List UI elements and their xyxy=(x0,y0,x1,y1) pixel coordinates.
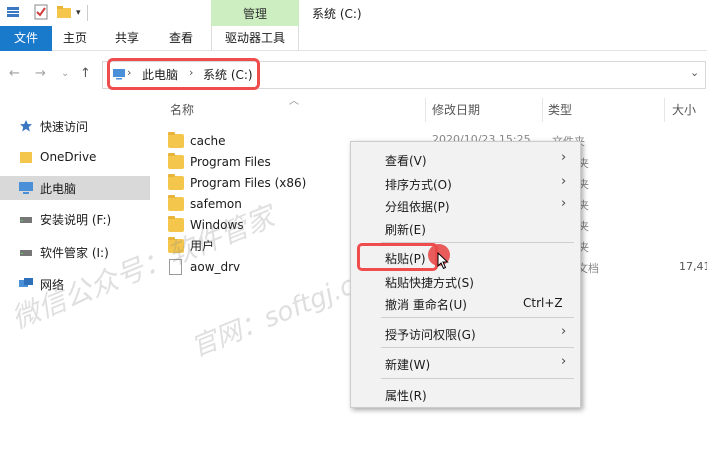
menu-item-label: 授予访问权限(G) xyxy=(385,328,476,342)
submenu-arrow-icon: › xyxy=(561,150,567,165)
recent-locations-chevron-icon[interactable]: ⌄ xyxy=(61,68,69,79)
menu-item-label: 粘贴快捷方式(S) xyxy=(385,276,474,290)
column-header-size[interactable]: 大小 xyxy=(672,98,696,122)
menu-item-new[interactable]: 新建(W) › xyxy=(351,352,580,374)
sidebar-item-label: OneDrive xyxy=(40,150,97,164)
customize-toolbar-icon[interactable]: ▾ xyxy=(76,8,81,18)
column-divider[interactable] xyxy=(425,98,426,122)
menu-item-label: 属性(R) xyxy=(385,389,427,403)
file-name: Windows xyxy=(190,217,244,232)
column-header-name[interactable]: 名称 xyxy=(170,98,194,122)
menu-separator xyxy=(381,347,574,348)
file-size: 17,41 xyxy=(679,260,707,273)
column-header-date[interactable]: 修改日期 xyxy=(432,98,480,122)
window-title: 系统 (C:) xyxy=(312,7,362,21)
menu-item-view[interactable]: 查看(V) › xyxy=(351,148,580,170)
menu-item-properties[interactable]: 属性(R) xyxy=(351,383,580,405)
submenu-arrow-icon: › xyxy=(561,196,567,211)
quick-access-toolbar: ▾ xyxy=(0,0,88,26)
up-arrow-icon[interactable]: ↑ xyxy=(80,66,91,81)
menu-item-sort-by[interactable]: 排序方式(O) › xyxy=(351,172,580,194)
menu-item-undo-rename[interactable]: 撤消 重命名(U) Ctrl+Z xyxy=(351,292,580,314)
menu-item-label: 查看(V) xyxy=(385,154,427,168)
address-dropdown-icon[interactable]: ⌄ xyxy=(690,66,699,79)
tab-share[interactable]: 共享 xyxy=(104,26,150,51)
menu-item-label: 分组依据(P) xyxy=(385,200,450,214)
menu-item-group-by[interactable]: 分组依据(P) › xyxy=(351,194,580,216)
sort-ascending-icon: ︿ xyxy=(289,96,299,107)
back-arrow-icon[interactable]: ← xyxy=(9,66,20,81)
paste-highlight-box xyxy=(357,243,438,271)
submenu-arrow-icon: › xyxy=(561,324,567,339)
ribbon-tabs: 文件 主页 共享 查看 驱动器工具 xyxy=(0,26,707,51)
context-menu: 查看(V) › 排序方式(O) › 分组依据(P) › 刷新(E) 粘贴(P) … xyxy=(350,141,581,408)
menu-item-refresh[interactable]: 刷新(E) xyxy=(351,217,580,239)
file-name: Program Files xyxy=(190,154,271,169)
menu-item-label: 排序方式(O) xyxy=(385,178,452,192)
column-divider[interactable] xyxy=(542,98,543,122)
column-divider[interactable] xyxy=(664,98,665,122)
menu-item-label: 刷新(E) xyxy=(385,223,426,237)
sidebar-item-label: 网络 xyxy=(40,277,65,292)
file-name: cache xyxy=(190,133,226,148)
sidebar-item-label: 软件管家 (I:) xyxy=(40,245,109,260)
title-bar: ▾ 管理 系统 (C:) xyxy=(0,0,707,26)
navigation-pane: 快速访问 OneDrive 此电脑 安装说明 (F:) 软件管家 (I:) 网络 xyxy=(0,110,150,459)
folder-icon xyxy=(168,131,184,148)
drive-icon xyxy=(18,211,34,227)
toolbar-divider xyxy=(86,5,88,21)
menu-item-shortcut: Ctrl+Z xyxy=(523,296,563,310)
column-header-type[interactable]: 类型 xyxy=(548,98,572,122)
sidebar-item-onedrive[interactable]: OneDrive xyxy=(0,145,150,169)
menu-item-label: 新建(W) xyxy=(385,358,431,372)
folder-icon xyxy=(168,236,184,253)
sidebar-item-label: 此电脑 xyxy=(40,181,77,196)
manage-context-tab[interactable]: 管理 xyxy=(211,0,299,26)
sidebar-item-drive-f[interactable]: 安装说明 (F:) xyxy=(0,207,150,231)
file-name: Program Files (x86) xyxy=(190,175,307,190)
computer-icon xyxy=(18,180,34,196)
navigation-bar: ← → ⌄ ↑ › 此电脑 › 系统 (C:) ⌄ xyxy=(0,58,707,92)
sidebar-item-network[interactable]: 网络 xyxy=(0,272,150,296)
properties-check-icon[interactable] xyxy=(34,4,48,23)
explorer-app-icon[interactable] xyxy=(6,5,20,22)
star-icon xyxy=(18,118,34,134)
menu-separator xyxy=(381,378,574,379)
sidebar-item-quick-access[interactable]: 快速访问 xyxy=(0,114,150,138)
file-name: safemon xyxy=(190,196,242,211)
folder-icon xyxy=(18,149,34,165)
sidebar-item-drive-i[interactable]: 软件管家 (I:) xyxy=(0,240,150,264)
folder-icon xyxy=(168,194,184,211)
tab-file[interactable]: 文件 xyxy=(0,26,52,51)
file-name: aow_drv xyxy=(190,259,241,274)
menu-item-paste-shortcut[interactable]: 粘贴快捷方式(S) xyxy=(351,270,580,292)
sidebar-item-label: 快速访问 xyxy=(40,119,89,134)
folder-icon xyxy=(168,173,184,190)
sidebar-item-this-pc[interactable]: 此电脑 xyxy=(0,176,150,200)
mouse-cursor-icon xyxy=(437,251,449,273)
new-folder-icon[interactable] xyxy=(56,5,72,22)
menu-item-give-access[interactable]: 授予访问权限(G) › xyxy=(351,322,580,344)
drive-icon xyxy=(18,244,34,260)
folder-icon xyxy=(168,152,184,169)
tab-home[interactable]: 主页 xyxy=(52,26,98,51)
tab-drive-tools[interactable]: 驱动器工具 xyxy=(211,26,299,51)
forward-arrow-icon[interactable]: → xyxy=(35,66,46,81)
menu-separator xyxy=(381,317,574,318)
file-name: 用户 xyxy=(190,239,215,253)
folder-icon xyxy=(168,215,184,232)
menu-item-label: 撤消 重命名(U) xyxy=(385,298,467,312)
submenu-arrow-icon: › xyxy=(561,174,567,189)
tab-view[interactable]: 查看 xyxy=(158,26,204,51)
submenu-arrow-icon: › xyxy=(561,354,567,369)
network-icon xyxy=(18,276,34,292)
sidebar-item-label: 安装说明 (F:) xyxy=(40,212,112,227)
document-icon xyxy=(169,258,182,275)
address-highlight-box xyxy=(107,58,260,90)
